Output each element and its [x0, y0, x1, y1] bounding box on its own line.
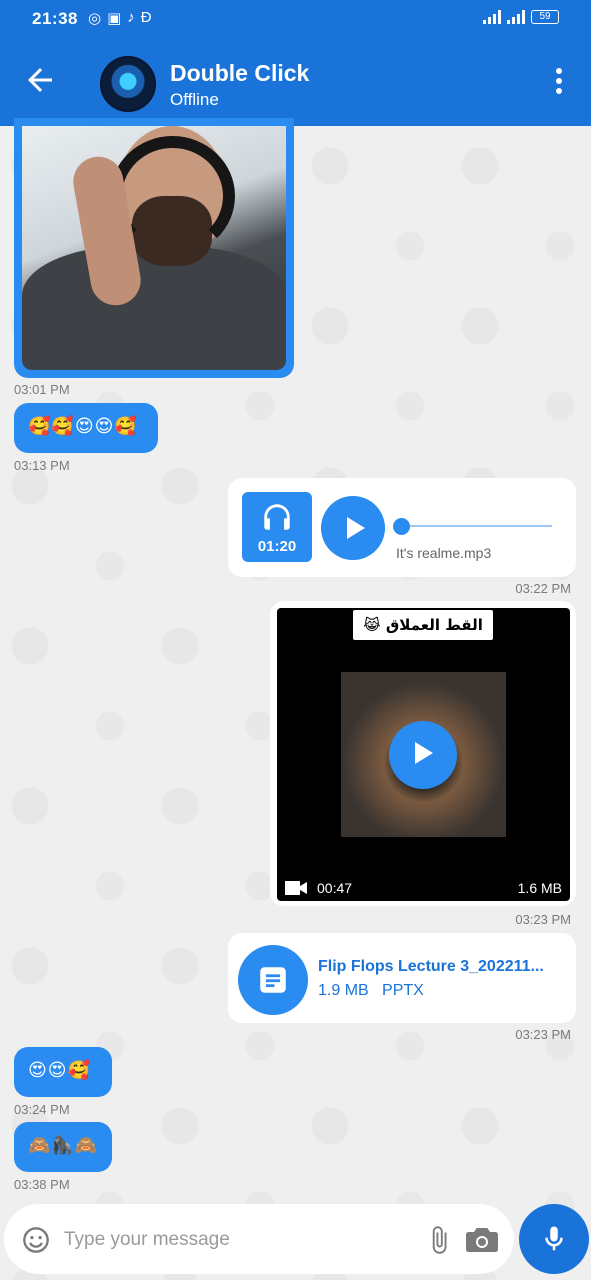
contact-name[interactable]: Double Click — [170, 60, 309, 87]
app-icon: ▣ — [107, 10, 122, 27]
file-extension: PPTX — [382, 982, 424, 999]
camera-icon[interactable] — [466, 1226, 498, 1254]
message-time: 03:23 PM — [515, 1027, 571, 1042]
message-time: 03:01 PM — [14, 382, 70, 397]
signal-icon-2 — [507, 10, 525, 24]
text-message[interactable]: 🥰🥰😍😍🥰 — [14, 403, 158, 453]
status-time: 21:38 — [32, 9, 78, 28]
battery-icon: 59 — [531, 10, 559, 24]
microphone-icon — [545, 1226, 563, 1251]
audio-seekbar[interactable] — [396, 525, 552, 527]
seekbar-thumb[interactable] — [393, 518, 410, 535]
document-icon — [238, 945, 308, 1015]
message-text: 😍😍🥰 — [28, 1060, 91, 1081]
play-button[interactable] — [321, 496, 385, 560]
app-bar: 21:38 ◎ ▣ ♪ Ð 59 Double Click Offline — [0, 0, 591, 126]
video-camera-icon — [285, 881, 307, 895]
whatsapp-icon: ◎ — [88, 10, 102, 27]
image-message[interactable] — [14, 118, 294, 378]
video-duration: 00:47 — [317, 880, 353, 896]
signal-icon — [483, 10, 501, 24]
video-size: 1.6 MB — [517, 880, 562, 896]
video-player[interactable]: القط العملاق 😹 00:47 1.6 MB — [277, 608, 570, 901]
video-caption: القط العملاق 😹 — [353, 610, 493, 640]
attachment-icon[interactable] — [424, 1224, 454, 1256]
mic-button[interactable] — [519, 1204, 589, 1274]
file-size: 1.9 MB — [318, 982, 369, 999]
message-time: 03:24 PM — [14, 1102, 70, 1117]
emoji-icon[interactable] — [22, 1226, 50, 1254]
contact-status: Offline — [170, 90, 219, 109]
message-text: 🥰🥰😍😍🥰 — [28, 416, 138, 437]
audio-file-badge: 01:20 — [242, 492, 312, 562]
audio-filename: It's realme.mp3 — [396, 545, 492, 561]
shared-photo[interactable] — [22, 126, 286, 370]
message-time: 03:23 PM — [515, 912, 571, 927]
status-bar: 21:38 ◎ ▣ ♪ Ð 59 — [0, 0, 591, 38]
file-message[interactable]: Flip Flops Lecture 3_202211... 1.9 MB PP… — [228, 933, 576, 1023]
tiktok-icon: ♪ — [127, 9, 135, 26]
video-message[interactable]: القط العملاق 😹 00:47 1.6 MB — [270, 601, 576, 906]
headphones-icon — [264, 504, 290, 530]
text-message[interactable]: 🙈🦍🙈 — [14, 1122, 112, 1172]
file-name: Flip Flops Lecture 3_202211... — [318, 958, 544, 975]
back-arrow-icon[interactable] — [22, 62, 58, 98]
d-app-icon: Ð — [140, 9, 152, 26]
audio-duration: 01:20 — [257, 538, 297, 555]
audio-message[interactable]: 01:20 It's realme.mp3 — [228, 478, 576, 577]
file-meta: 1.9 MB PPTX — [318, 982, 424, 1000]
play-button[interactable] — [389, 721, 457, 789]
notification-icons: ◎ ▣ ♪ Ð — [88, 9, 152, 27]
system-indicators: 59 — [483, 10, 559, 24]
message-input[interactable] — [64, 1220, 404, 1260]
message-text: 🙈🦍🙈 — [28, 1135, 99, 1156]
avatar[interactable] — [100, 56, 156, 112]
message-composer — [4, 1204, 514, 1274]
message-time: 03:38 PM — [14, 1177, 70, 1192]
message-time: 03:22 PM — [515, 581, 571, 596]
text-message[interactable]: 😍😍🥰 — [14, 1047, 112, 1097]
message-time: 03:13 PM — [14, 458, 70, 473]
more-options-icon[interactable] — [549, 66, 569, 96]
